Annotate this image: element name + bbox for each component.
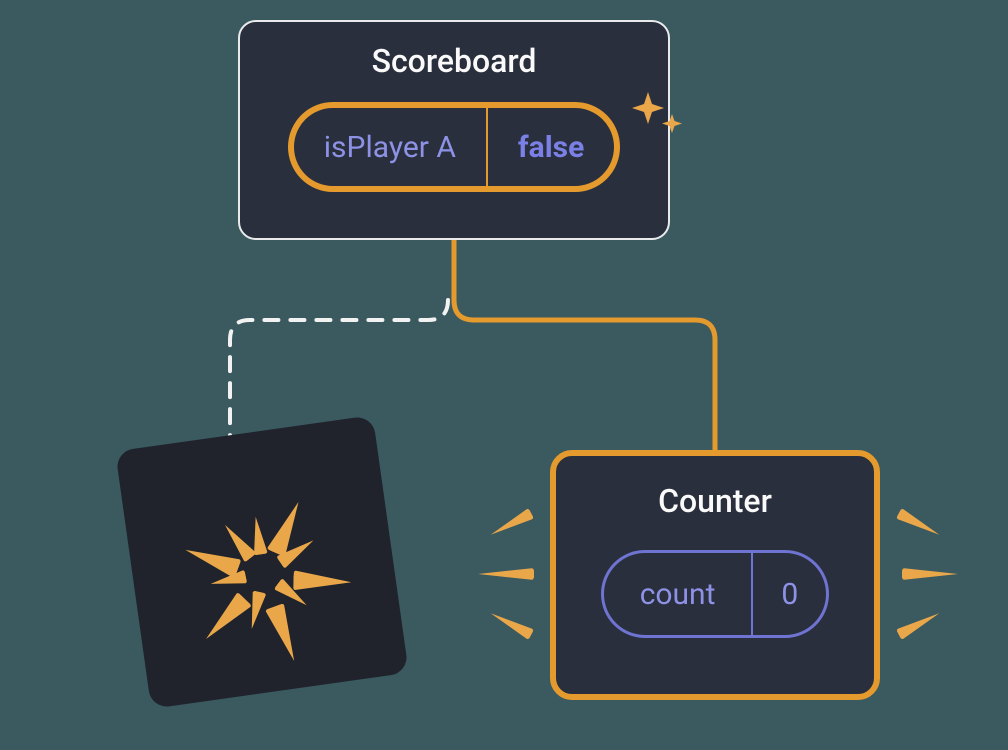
emphasis-ray-icon	[902, 568, 958, 580]
emphasis-ray-icon	[896, 508, 942, 540]
scoreboard-node: Scoreboard isPlayer A false	[238, 20, 670, 240]
scoreboard-title: Scoreboard	[372, 42, 537, 80]
burst-icon	[115, 415, 409, 709]
sparkles-icon	[628, 86, 688, 146]
diagram-stage: Scoreboard isPlayer A false Counter	[0, 0, 1008, 750]
counter-state-value: 0	[751, 553, 826, 635]
unmounted-node	[115, 415, 409, 709]
emphasis-ray-icon	[896, 608, 942, 640]
counter-state-pill: count 0	[601, 550, 830, 638]
scoreboard-prop-value: false	[486, 108, 614, 186]
counter-node: Counter count 0	[550, 450, 880, 700]
scoreboard-prop-label: isPlayer A	[294, 108, 486, 186]
connector-active	[454, 240, 715, 450]
counter-title: Counter	[658, 482, 772, 520]
emphasis-ray-icon	[488, 608, 534, 640]
emphasis-ray-icon	[478, 568, 534, 580]
counter-state-label: count	[604, 553, 752, 635]
scoreboard-prop-pill: isPlayer A false	[288, 102, 621, 192]
emphasis-ray-icon	[488, 508, 534, 540]
